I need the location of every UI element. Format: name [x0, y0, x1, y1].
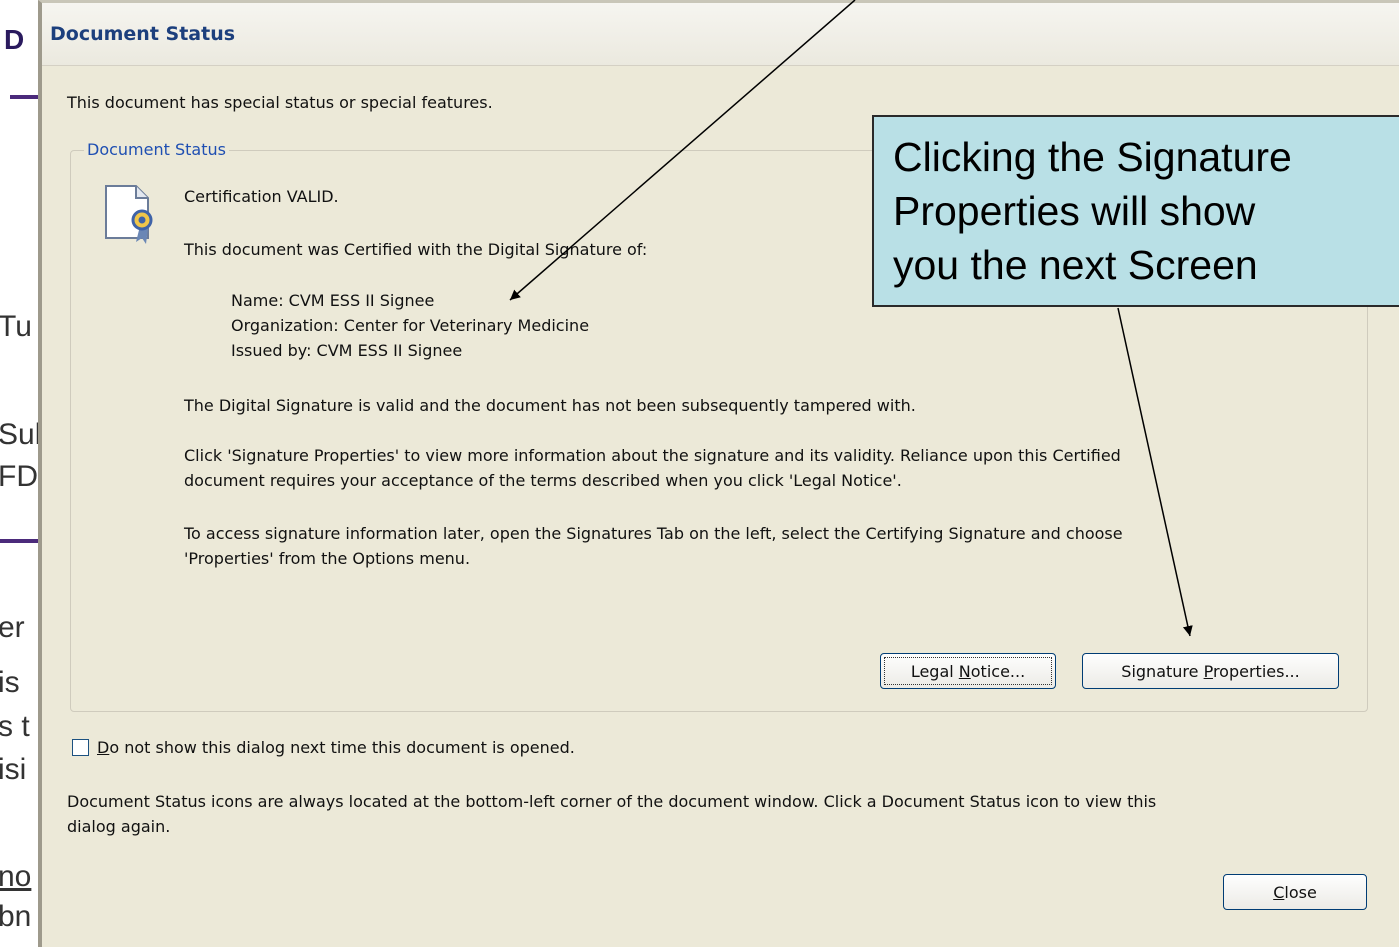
bg-fragment-fd: FD	[0, 460, 38, 493]
bg-rule-top	[10, 95, 38, 99]
bg-fragment-d: D	[4, 24, 25, 55]
certificate-ribbon-icon	[105, 185, 153, 244]
click-properties-line-1: Click 'Signature Properties' to view mor…	[184, 446, 1121, 465]
footer-line-2: dialog again.	[67, 817, 171, 836]
footer-line-1: Document Status icons are always located…	[67, 792, 1157, 811]
bg-fragment-er: er	[0, 611, 25, 644]
callout-line-2: Properties will show	[893, 188, 1256, 234]
bg-fragment-st: s t	[0, 710, 30, 743]
bg-fragment-is: is	[0, 666, 20, 699]
bg-fragment-sul: Sul	[0, 418, 42, 451]
dialog-title: Document Status	[50, 23, 236, 45]
intro-text: This document has special status or spec…	[67, 93, 493, 112]
signer-name: Name: CVM ESS II Signee	[231, 291, 435, 310]
valid-line: The Digital Signature is valid and the d…	[184, 396, 916, 415]
callout-line-1: Clicking the Signature	[893, 134, 1292, 180]
group-label: Document Status	[84, 140, 229, 159]
callout-text: Clicking the Signature Properties will s…	[893, 130, 1393, 292]
status-line: Certification VALID.	[184, 187, 339, 206]
do-not-show-checkbox[interactable]	[72, 739, 89, 756]
dialog-titlebar[interactable]: Document Status	[42, 3, 1399, 66]
access-info-line-2: 'Properties' from the Options menu.	[184, 549, 471, 568]
do-not-show-label[interactable]: Do not show this dialog next time this d…	[97, 738, 575, 757]
certified-line: This document was Certified with the Dig…	[184, 240, 648, 259]
close-button[interactable]: Close	[1223, 874, 1367, 910]
legal-notice-button[interactable]: Legal Notice...	[880, 653, 1056, 689]
access-info-line-1: To access signature information later, o…	[184, 524, 1123, 543]
close-label: Close	[1273, 882, 1317, 902]
signature-properties-label: Signature Properties...	[1121, 661, 1300, 681]
legal-notice-label: Legal Notice...	[910, 661, 1026, 681]
bg-fragment-isi: isi	[0, 753, 27, 786]
signature-properties-button[interactable]: Signature Properties...	[1082, 653, 1339, 689]
click-properties-line-2: document requires your acceptance of the…	[184, 471, 902, 490]
callout-line-3: you the next Screen	[893, 242, 1258, 288]
bg-fragment-bn: bn	[0, 900, 32, 933]
bg-fragment-no: no	[0, 860, 32, 893]
bg-rule-mid	[0, 539, 38, 543]
signer-issued-by: Issued by: CVM ESS II Signee	[231, 341, 463, 360]
signer-organization: Organization: Center for Veterinary Medi…	[231, 316, 590, 335]
bg-fragment-tu: Tu	[0, 310, 32, 343]
